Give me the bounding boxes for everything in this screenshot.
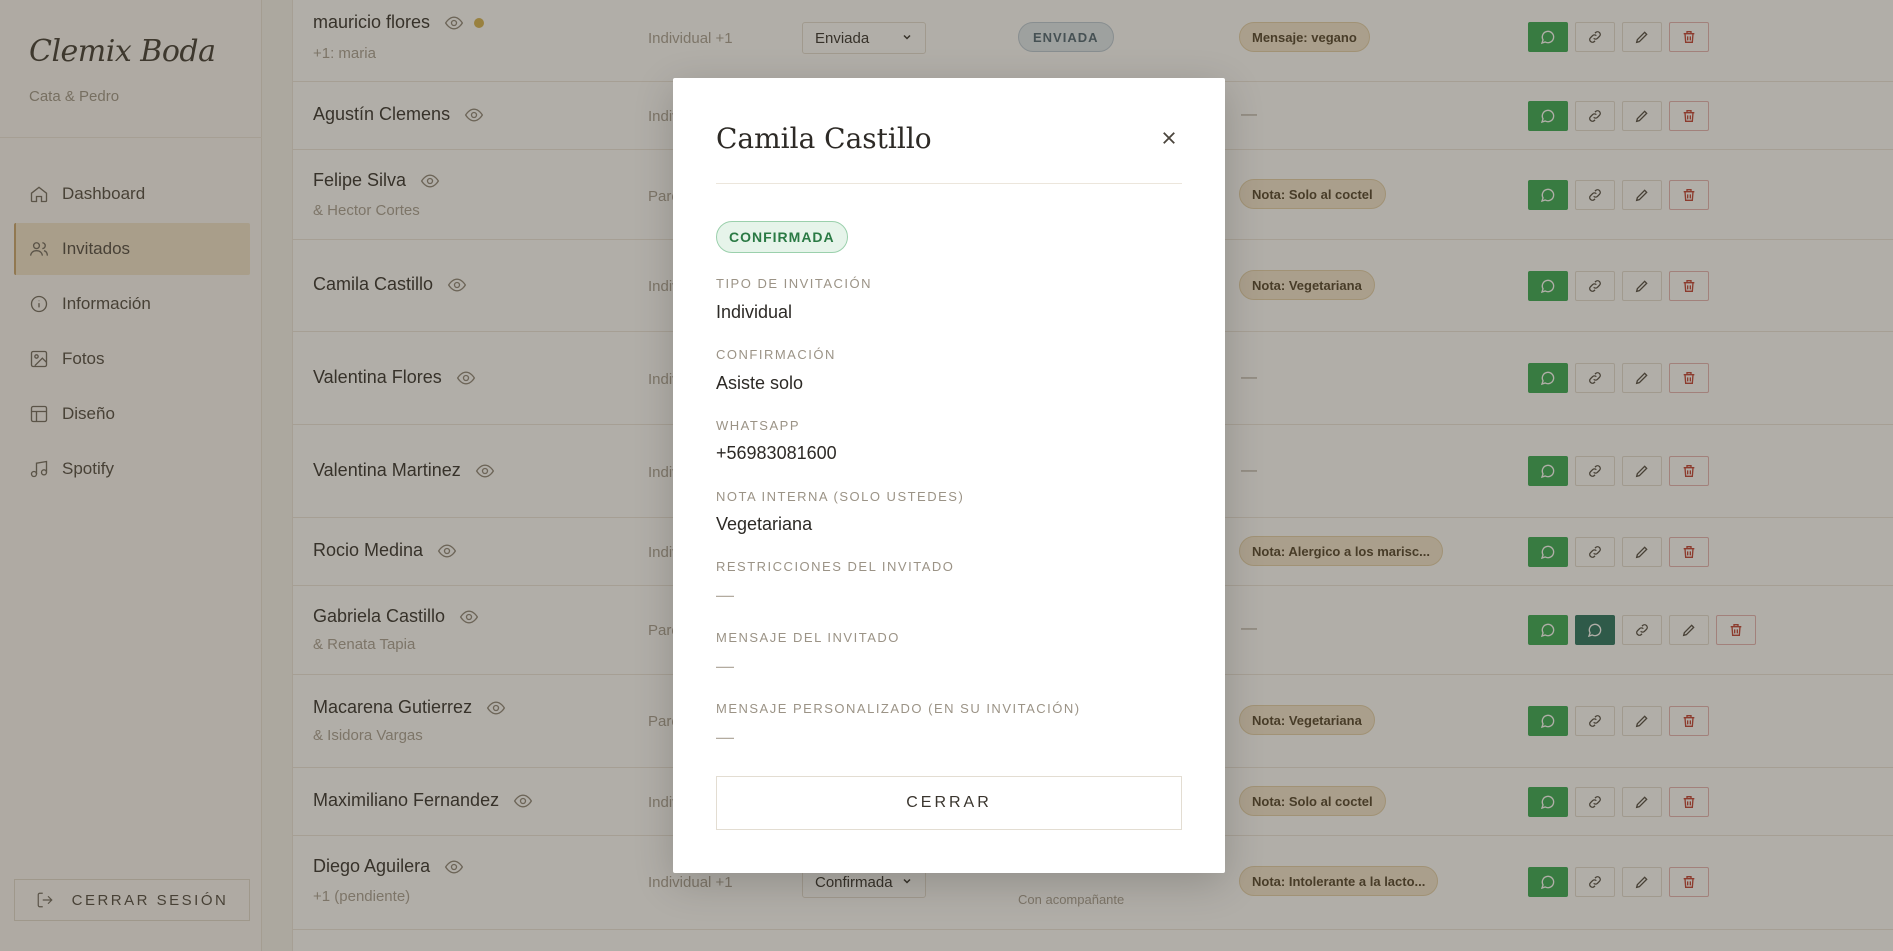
field-value-guest-message: — <box>716 656 734 676</box>
close-button[interactable]: CERRAR <box>716 776 1182 830</box>
field-value-restrictions: — <box>716 585 734 605</box>
field-value-confirmation: Asiste solo <box>716 373 804 393</box>
field-value-internal-note: Vegetariana <box>716 514 813 534</box>
field-label-guest-message: MENSAJE DEL INVITADO <box>716 630 900 645</box>
modal-divider <box>716 183 1182 184</box>
field-value-whatsapp: +56983081600 <box>716 443 837 463</box>
field-value-invitation-type: Individual <box>716 302 793 322</box>
field-label-whatsapp: WHATSAPP <box>716 418 800 433</box>
field-label-confirmation: CONFIRMACIÓN <box>716 347 836 362</box>
field-label-invitation-type: TIPO DE INVITACIÓN <box>716 276 873 291</box>
field-label-custom-message: MENSAJE PERSONALIZADO (EN SU INVITACIÓN) <box>716 701 1081 716</box>
field-value-custom-message: — <box>716 727 734 747</box>
field-label-internal-note: NOTA INTERNA (SOLO USTEDES) <box>716 489 965 504</box>
modal-title: Camila Castillo <box>716 122 932 155</box>
status-badge: CONFIRMADA <box>716 221 848 253</box>
guest-detail-modal: Camila Castillo CONFIRMADA TIPO DE INVIT… <box>673 78 1225 873</box>
close-icon[interactable] <box>1157 126 1181 150</box>
field-label-restrictions: RESTRICCIONES DEL INVITADO <box>716 559 955 574</box>
